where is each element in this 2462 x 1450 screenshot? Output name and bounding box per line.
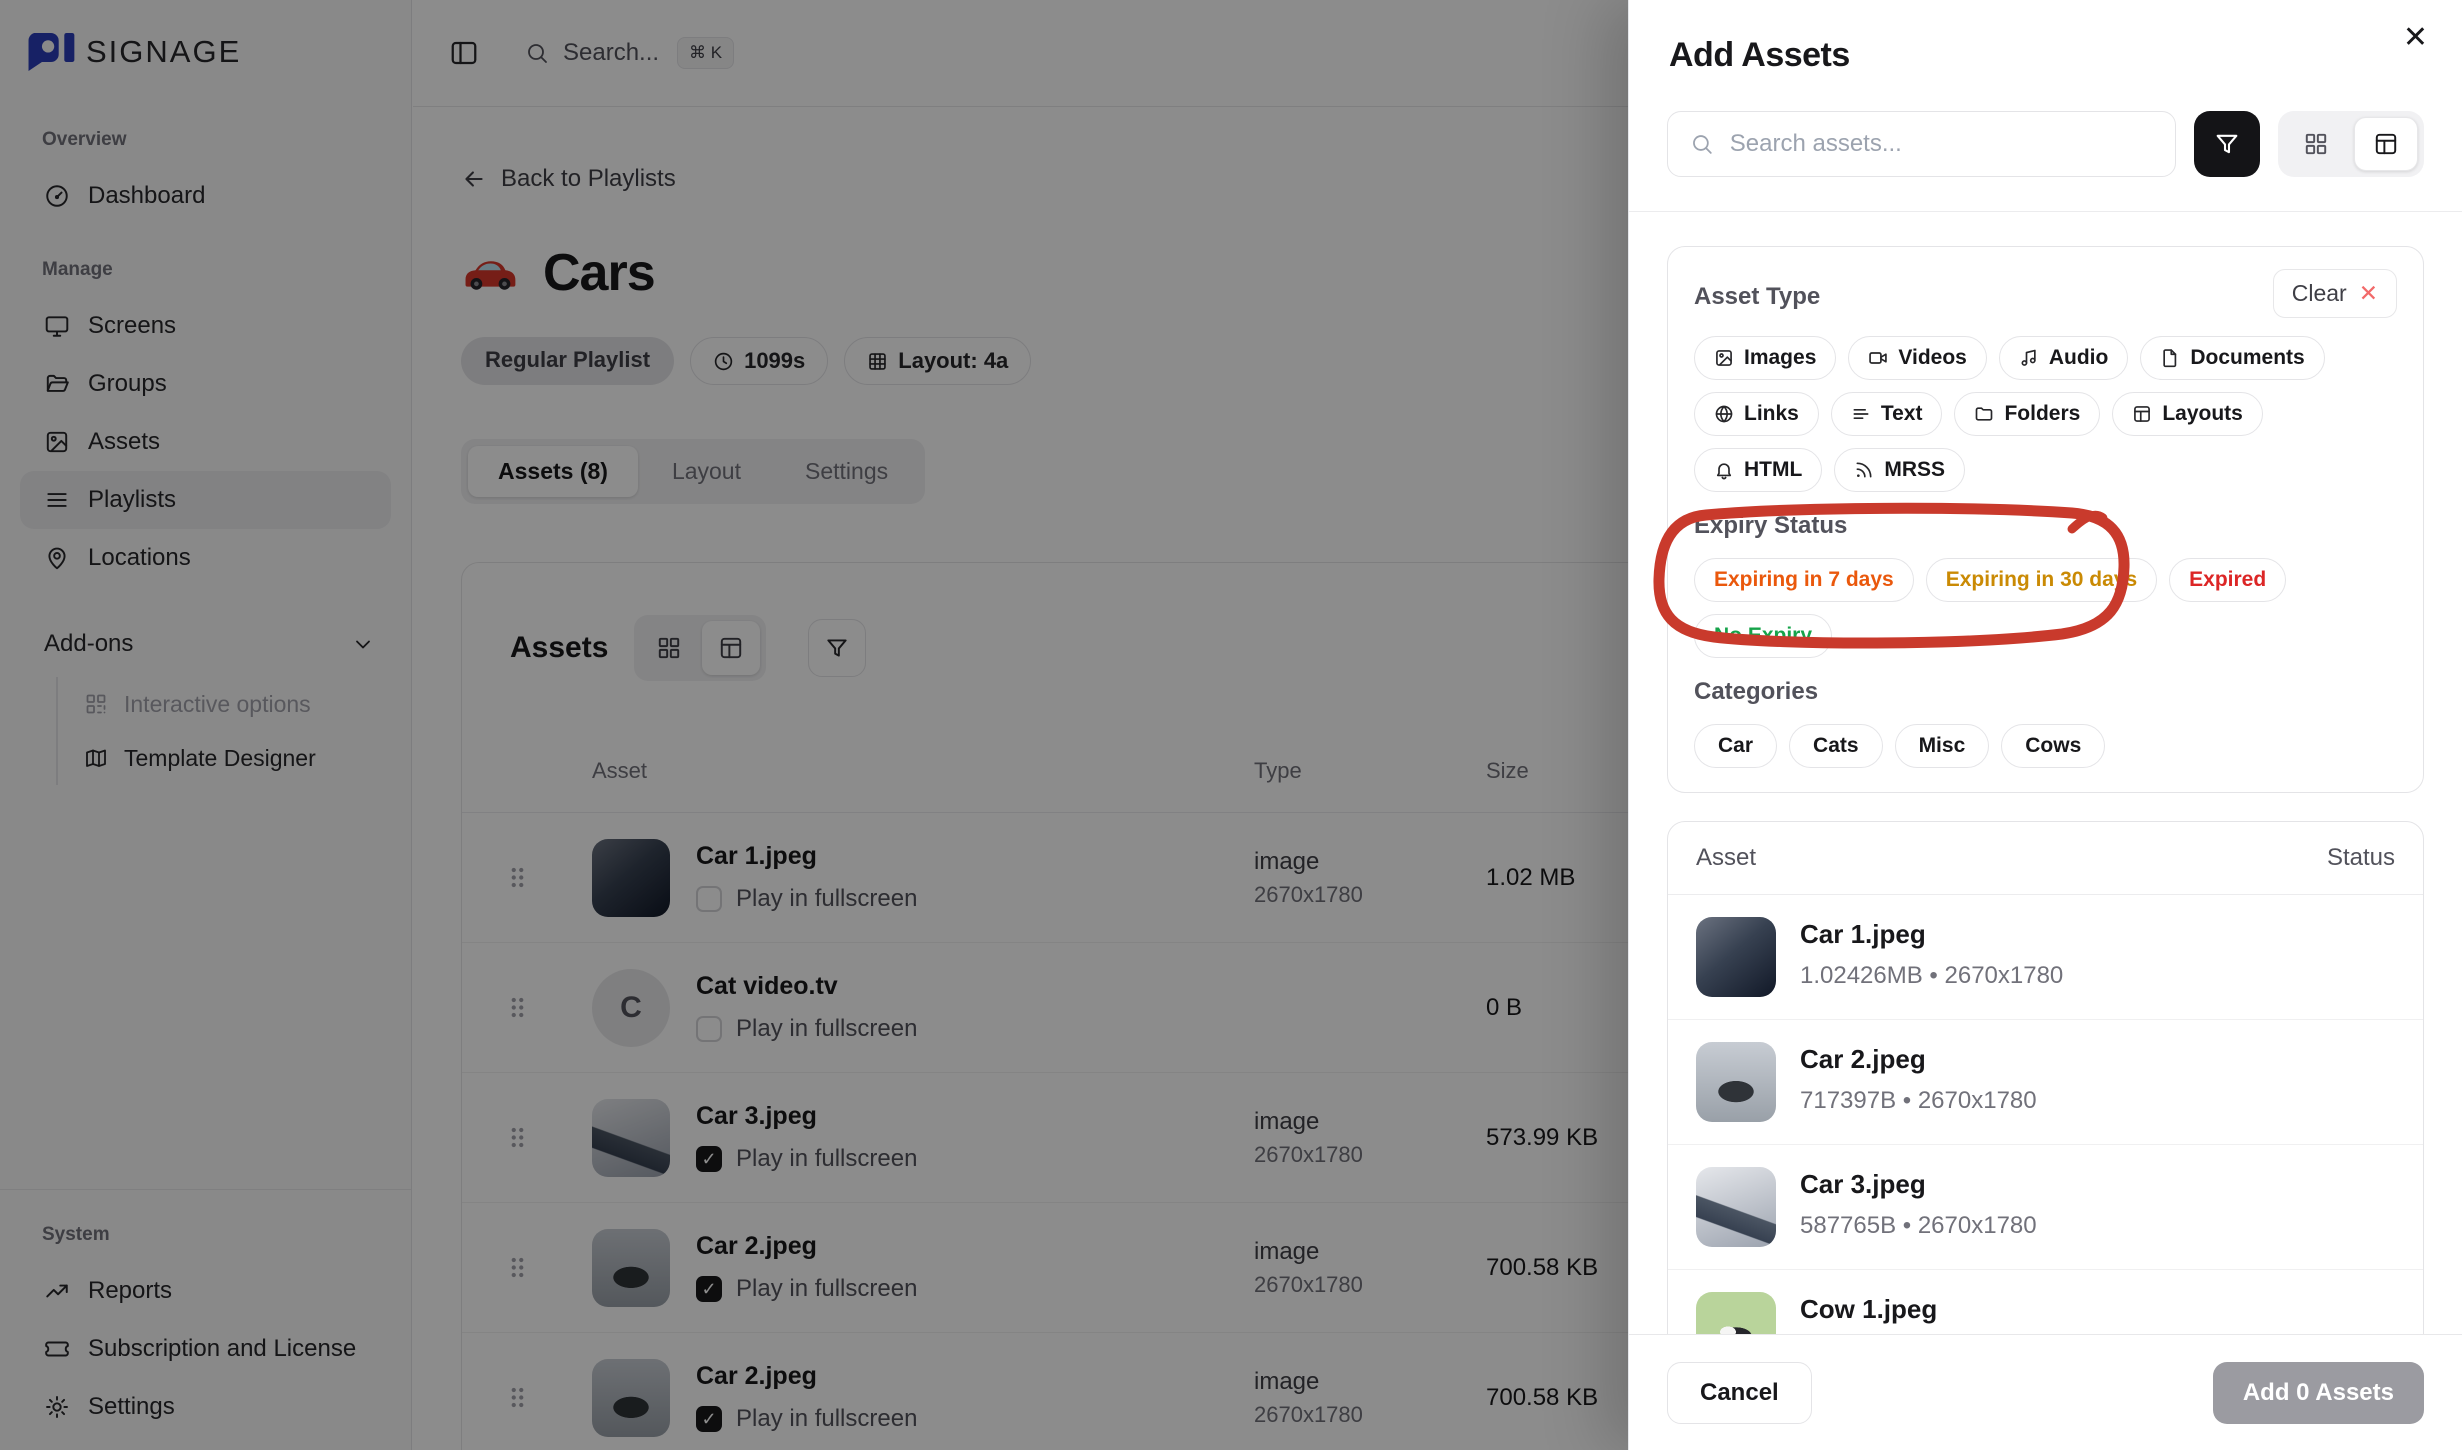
folder-icon (1974, 404, 1994, 424)
expiry-chip-expired[interactable]: Expired (2169, 558, 2286, 602)
expiry-chip-7-days[interactable]: Expiring in 7 days (1694, 558, 1914, 602)
expiry-chip-no-expiry[interactable]: No Expiry (1694, 614, 1832, 658)
chip-label: Text (1881, 402, 1923, 426)
drawer-table-view-button[interactable] (2354, 117, 2418, 171)
drawer-grid-view-button[interactable] (2284, 117, 2348, 171)
type-chip-videos[interactable]: Videos (1848, 336, 1986, 380)
clear-filters-button[interactable]: Clear ✕ (2273, 269, 2397, 318)
search-icon (1690, 131, 1714, 157)
type-chip-audio[interactable]: Audio (1999, 336, 2128, 380)
chip-label: Audio (2049, 346, 2108, 370)
list-item[interactable]: Car 2.jpeg 717397B • 2670x1780 (1668, 1020, 2423, 1145)
rss-icon (1854, 460, 1874, 480)
add-assets-drawer: ✕ Add Assets Asset Type Clear ✕ (1628, 0, 2462, 1450)
list-column-status: Status (2327, 844, 2395, 872)
chip-label: HTML (1744, 458, 1802, 482)
asset-name: Cow 1.jpeg (1800, 1294, 2068, 1325)
asset-name: Car 2.jpeg (1800, 1044, 2037, 1075)
filter-card: Asset Type Clear ✕ Images Videos Audio D… (1667, 246, 2424, 793)
asset-meta: 587765B • 2670x1780 (1800, 1212, 2037, 1240)
asset-search-input[interactable] (1730, 130, 2153, 158)
chip-label: MRSS (1884, 458, 1945, 482)
grid-view-icon (2303, 131, 2329, 157)
type-chip-folders[interactable]: Folders (1954, 392, 2100, 436)
chip-label: Videos (1898, 346, 1966, 370)
drawer-filter-button[interactable] (2194, 111, 2260, 177)
drawer-view-toggle (2278, 111, 2424, 177)
expiry-status-label: Expiry Status (1694, 512, 2397, 540)
type-chip-layouts[interactable]: Layouts (2112, 392, 2263, 436)
type-chip-html[interactable]: HTML (1694, 448, 1822, 492)
expiry-chip-30-days[interactable]: Expiring in 30 days (1926, 558, 2157, 602)
chip-label: Documents (2190, 346, 2304, 370)
type-chip-mrss[interactable]: MRSS (1834, 448, 1965, 492)
asset-type-label: Asset Type (1694, 283, 1820, 311)
cancel-button[interactable]: Cancel (1667, 1362, 1812, 1424)
category-chip-car[interactable]: Car (1694, 724, 1777, 768)
music-icon (2019, 348, 2039, 368)
type-chip-documents[interactable]: Documents (2140, 336, 2324, 380)
asset-name: Car 3.jpeg (1800, 1169, 2037, 1200)
asset-search-field[interactable] (1667, 111, 2176, 177)
globe-icon (1714, 404, 1734, 424)
list-item[interactable]: Car 3.jpeg 587765B • 2670x1780 (1668, 1145, 2423, 1270)
image-icon (1714, 348, 1734, 368)
video-icon (1868, 348, 1888, 368)
layout-icon (2132, 404, 2152, 424)
drawer-footer: Cancel Add 0 Assets (1629, 1334, 2462, 1450)
list-item[interactable]: Car 1.jpeg 1.02426MB • 2670x1780 (1668, 895, 2423, 1020)
chip-label: Layouts (2162, 402, 2243, 426)
type-chip-images[interactable]: Images (1694, 336, 1836, 380)
clear-x-icon: ✕ (2359, 280, 2378, 307)
categories-label: Categories (1694, 678, 2397, 706)
close-icon[interactable]: ✕ (2403, 20, 2428, 55)
file-icon (2160, 348, 2180, 368)
type-chip-text[interactable]: Text (1831, 392, 1943, 436)
category-chip-cows[interactable]: Cows (2001, 724, 2105, 768)
bell-icon (1714, 460, 1734, 480)
clear-label: Clear (2292, 280, 2347, 307)
drawer-title: Add Assets (1629, 0, 2462, 75)
category-chip-misc[interactable]: Misc (1895, 724, 1990, 768)
funnel-icon (2213, 130, 2241, 158)
asset-name: Car 1.jpeg (1800, 919, 2063, 950)
chip-label: Images (1744, 346, 1816, 370)
asset-meta: 717397B • 2670x1780 (1800, 1087, 2037, 1115)
chip-label: Links (1744, 402, 1799, 426)
add-assets-button[interactable]: Add 0 Assets (2213, 1362, 2424, 1424)
type-chip-links[interactable]: Links (1694, 392, 1819, 436)
asset-thumbnail (1696, 917, 1776, 997)
text-lines-icon (1851, 404, 1871, 424)
list-column-asset: Asset (1696, 844, 1756, 872)
table-view-icon (2373, 131, 2399, 157)
asset-thumbnail (1696, 1042, 1776, 1122)
chip-label: Folders (2004, 402, 2080, 426)
asset-thumbnail (1696, 1167, 1776, 1247)
category-chip-cats[interactable]: Cats (1789, 724, 1883, 768)
drawer-divider (1629, 211, 2462, 212)
asset-meta: 1.02426MB • 2670x1780 (1800, 962, 2063, 990)
